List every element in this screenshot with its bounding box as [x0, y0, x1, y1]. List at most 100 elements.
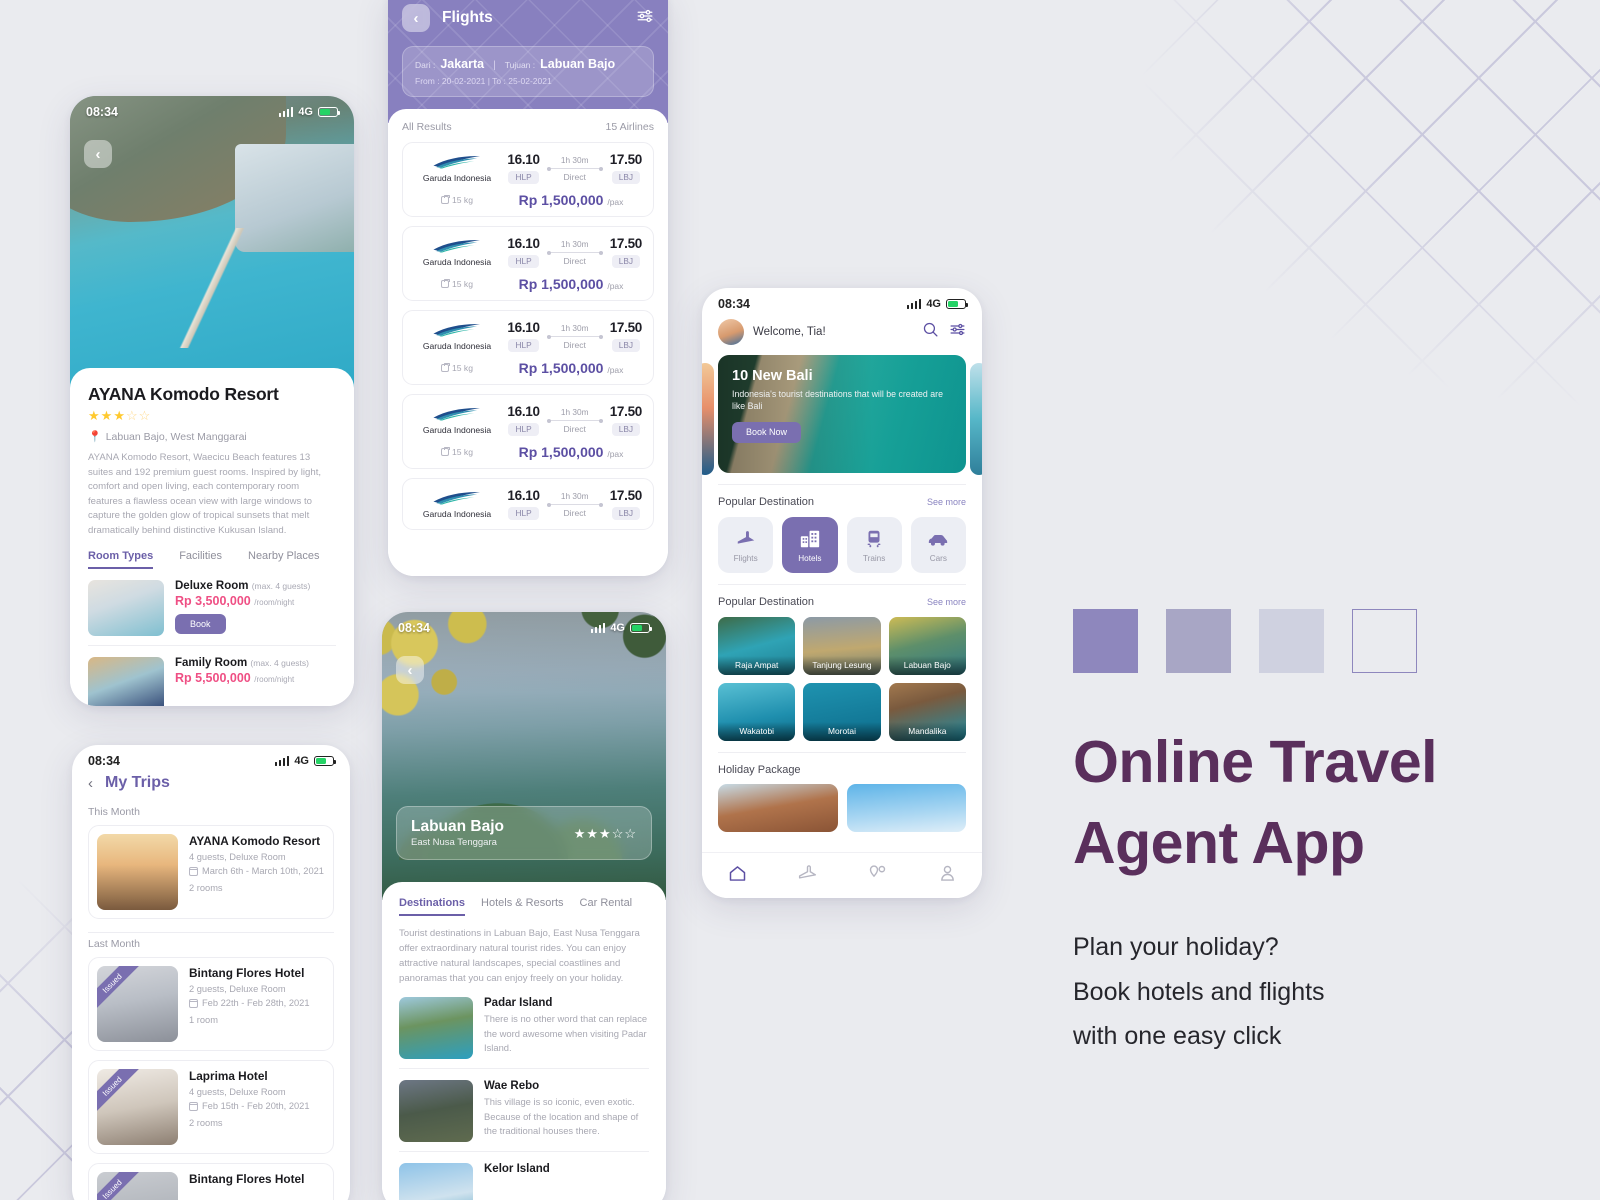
section-label-this-month: This Month	[88, 806, 140, 818]
destination-detail-screen: 08:34 4G ‹ Labuan Bajo East Nusa Tenggar…	[382, 612, 666, 1200]
place-description: This village is so iconic, even exotic. …	[484, 1096, 639, 1136]
price-unit: /pax	[607, 365, 624, 375]
destination-tile[interactable]: Tanjung Lesung	[803, 617, 881, 675]
baggage-weight: 15 kg	[451, 279, 474, 289]
tab-profile[interactable]	[937, 863, 958, 889]
tab-nearby-places[interactable]: Nearby Places	[248, 550, 320, 569]
home-icon	[729, 865, 745, 881]
trip-name: Laprima Hotel	[189, 1069, 268, 1083]
banner-peek-left[interactable]	[702, 363, 714, 475]
back-button[interactable]: ‹	[402, 4, 430, 32]
flight-card[interactable]: Garuda Indonesia 16.10 HLP 1h 30m Direct 1…	[402, 478, 654, 530]
room-capacity: (max. 4 guests)	[251, 581, 311, 592]
separator: |	[493, 60, 496, 71]
place-row[interactable]: Wae Rebo This village is so iconic, even…	[399, 1068, 649, 1143]
holiday-package-list	[702, 776, 982, 832]
page-title: Flights	[442, 9, 493, 26]
category-flights[interactable]: Flights	[718, 517, 774, 573]
holiday-package-card[interactable]	[718, 784, 838, 832]
back-button[interactable]: ‹	[88, 775, 93, 792]
flight-card[interactable]: Garuda Indonesia 16.10 HLP 1h 30m Direct 1…	[402, 226, 654, 301]
status-badge: Issued	[97, 1069, 144, 1118]
hotel-rating-stars: ★★★☆☆	[88, 408, 152, 423]
price-unit: /pax	[607, 197, 624, 207]
destination-tile[interactable]: Morotai	[803, 683, 881, 741]
category-hotels[interactable]: Hotels	[782, 517, 838, 573]
baggage-icon	[440, 446, 450, 456]
tab-hotels-resorts[interactable]: Hotels & Resorts	[481, 897, 564, 916]
place-row[interactable]: Padar Island There is no other word that…	[399, 986, 649, 1060]
flights-header: ‹ Flights Dari : Jakarta | Tujuan : Labu…	[388, 0, 668, 123]
room-price-unit: /room/night	[254, 598, 295, 608]
tab-destinations[interactable]: Destinations	[399, 897, 466, 916]
trip-card[interactable]: Issued Bintang Flores Hotel 2 guests, De…	[88, 957, 334, 1051]
airline-name: Garuda Indonesia	[422, 173, 492, 183]
sliders-icon[interactable]	[949, 321, 966, 343]
flight-search-summary[interactable]: Dari : Jakarta | Tujuan : Labuan Bajo Fr…	[402, 46, 654, 97]
room-name-text: Family Room	[175, 657, 248, 670]
see-more-link[interactable]: See more	[927, 597, 966, 607]
see-more-link[interactable]: See more	[927, 497, 966, 507]
arrive-code: LBJ	[611, 170, 640, 184]
depart-time: 16.10	[507, 488, 540, 503]
arrive-code: LBJ	[611, 338, 640, 352]
trip-card[interactable]: Issued Laprima Hotel 4 guests, Deluxe Ro…	[88, 1060, 334, 1154]
status-badge: Issued	[97, 1172, 144, 1200]
hotel-name: AYANA Komodo Resort	[88, 384, 279, 404]
room-price: Rp 3,500,000 /room/night	[175, 594, 310, 608]
flight-card[interactable]: Garuda Indonesia 16.10 HLP 1h 30m Direct 1…	[402, 394, 654, 469]
book-now-button[interactable]: Book Now	[732, 421, 802, 443]
baggage-weight: 15 kg	[451, 195, 474, 205]
hotel-location: 📍 Labuan Bajo, West Manggarai	[88, 430, 336, 444]
airline: Garuda Indonesia	[414, 406, 500, 435]
airline-name: Garuda Indonesia	[422, 425, 492, 435]
room-row: Family Room (max. 4 guests) Rp 5,500,000…	[88, 645, 336, 706]
category-cars[interactable]: Cars	[910, 517, 966, 573]
place-row[interactable]: Kelor Island	[399, 1151, 649, 1200]
tab-places[interactable]	[867, 863, 888, 889]
origin-label: Dari :	[415, 60, 436, 70]
trip-guests: 4 guests, Deluxe Room	[189, 1087, 286, 1097]
avatar[interactable]	[718, 319, 744, 345]
brand-title-line-2: Agent App	[1073, 810, 1365, 877]
destination-tile[interactable]: Wakatobi	[718, 683, 796, 741]
tab-flights[interactable]	[797, 863, 818, 889]
network-label: 4G	[926, 298, 941, 310]
tab-home[interactable]	[727, 863, 748, 889]
holiday-package-card[interactable]	[846, 784, 966, 832]
status-time: 08:34	[718, 297, 750, 311]
tab-room-types[interactable]: Room Types	[88, 550, 154, 570]
promo-banner[interactable]: 10 New Bali Indonesia's tourist destinat…	[718, 355, 966, 473]
results-count: 15 Airlines	[605, 121, 654, 133]
swatch-1	[1073, 609, 1138, 673]
destination-title-card: Labuan Bajo East Nusa Tenggara ★★★☆☆	[396, 806, 652, 860]
destination-label: Wakatobi	[718, 722, 796, 741]
hotel-info-sheet: AYANA Komodo Resort ★★★☆☆ 📍 Labuan Bajo,…	[70, 368, 354, 706]
search-icon[interactable]	[922, 321, 939, 343]
book-button[interactable]: Book	[175, 614, 226, 635]
duration-line	[546, 418, 603, 423]
banner-title: 10 New Bali	[732, 368, 813, 384]
category-trains[interactable]: Trains	[846, 517, 902, 573]
flight-card[interactable]: Garuda Indonesia 16.10 HLP 1h 30m Direct 1…	[402, 310, 654, 385]
destination-label: Raja Ampat	[718, 656, 796, 675]
trip-dates: Feb 22th - Feb 28th, 2021	[189, 998, 310, 1008]
tab-car-rental[interactable]: Car Rental	[580, 897, 633, 916]
back-button[interactable]: ‹	[84, 140, 112, 168]
destination-value: Labuan Bajo	[540, 57, 616, 71]
trip-card[interactable]: AYANA Komodo Resort 4 guests, Deluxe Roo…	[88, 825, 334, 919]
tab-facilities[interactable]: Facilities	[179, 550, 222, 569]
destination-tile[interactable]: Labuan Bajo	[888, 617, 966, 675]
flight-card[interactable]: Garuda Indonesia 16.10 HLP 1h 30m Direct 1…	[402, 142, 654, 217]
garuda-logo-icon	[433, 240, 480, 253]
hotel-description: AYANA Komodo Resort, Waecicu Beach featu…	[88, 452, 322, 536]
trip-thumbnail: Issued	[97, 966, 178, 1042]
destination-tile[interactable]: Raja Ampat	[718, 617, 796, 675]
depart-time: 16.10	[507, 320, 540, 335]
destination-tile[interactable]: Mandalika	[888, 683, 966, 741]
place-name: Padar Island	[484, 997, 553, 1010]
trip-card[interactable]: Issued Bintang Flores Hotel	[88, 1163, 334, 1200]
back-button[interactable]: ‹	[396, 656, 424, 684]
sliders-icon[interactable]	[636, 7, 654, 30]
banner-peek-right[interactable]	[970, 363, 982, 475]
